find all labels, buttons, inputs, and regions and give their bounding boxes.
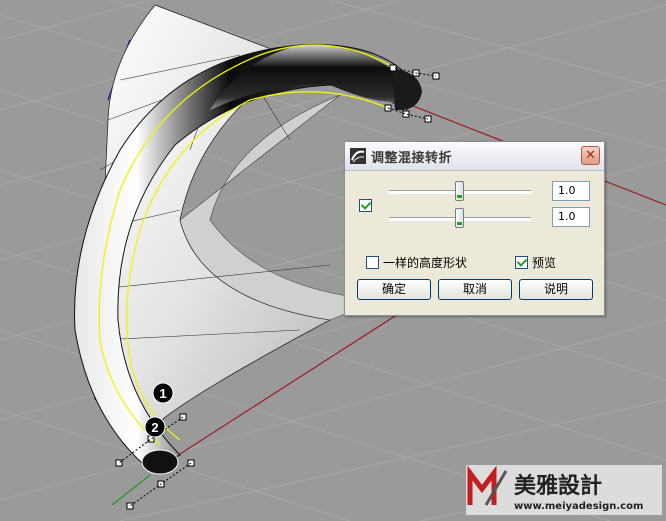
preview-label: 预览: [532, 256, 557, 270]
dialog-title: 调整混接转折: [371, 151, 453, 166]
svg-text:美雅設計: 美雅設計: [514, 473, 602, 499]
marker-1: 1: [152, 382, 174, 404]
slider2-value-field[interactable]: 1.0: [552, 207, 590, 227]
dialog-titlebar[interactable]: 调整混接转折 ✕: [345, 142, 604, 171]
same-height-checkbox[interactable]: [366, 256, 379, 269]
help-button[interactable]: 说明: [519, 279, 593, 300]
close-icon: ✕: [585, 148, 596, 163]
watermark-logo: 美雅設計 www.meiyadesign.com: [466, 465, 662, 515]
preview-checkbox[interactable]: [515, 256, 528, 269]
svg-text:2: 2: [151, 420, 158, 435]
adjust-blend-bulge-dialog: 调整混接转折 ✕ 1.0 1.0 一样的高度形状 预览 确定 取消 说明: [344, 141, 605, 316]
slider1-value-field[interactable]: 1.0: [552, 181, 590, 201]
cancel-button[interactable]: 取消: [438, 279, 512, 300]
blend-command-icon: [350, 148, 366, 164]
ok-button[interactable]: 确定: [357, 279, 431, 300]
same-height-label: 一样的高度形状: [383, 256, 468, 270]
slider2-thumb[interactable]: [455, 208, 464, 228]
marker-2: 2: [144, 416, 166, 438]
slider1-thumb[interactable]: [455, 181, 464, 201]
sliders-link-checkbox[interactable]: [359, 199, 372, 212]
svg-text:1: 1: [159, 386, 166, 401]
svg-text:www.meiyadesign.com: www.meiyadesign.com: [514, 501, 643, 512]
close-button[interactable]: ✕: [581, 146, 600, 165]
meiya-logo-icon: 美雅設計 www.meiyadesign.com: [467, 465, 643, 512]
